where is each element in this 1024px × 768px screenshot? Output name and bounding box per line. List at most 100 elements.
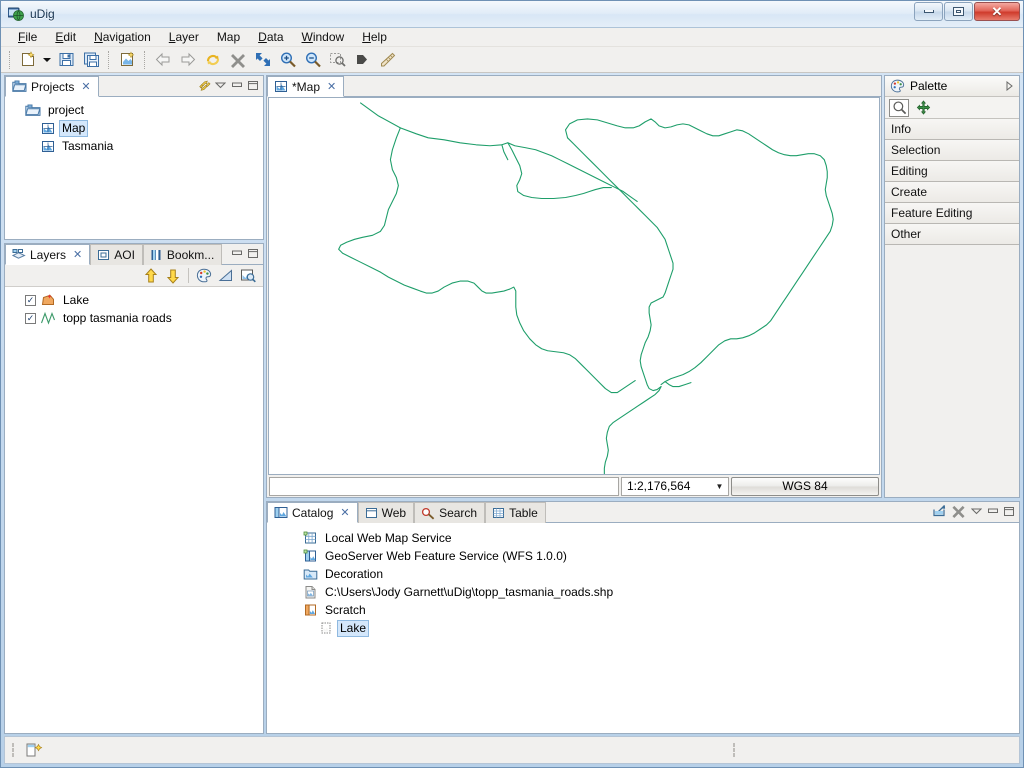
zoom-selection-button[interactable] (326, 49, 350, 71)
minimize-view-button[interactable] (986, 506, 999, 517)
measure-tool-button[interactable] (376, 49, 400, 71)
chevron-right-icon[interactable] (1005, 81, 1014, 91)
view-menu-button[interactable] (970, 506, 983, 517)
maximize-view-button[interactable] (246, 248, 259, 259)
map-canvas[interactable] (268, 97, 880, 476)
tree-item-project[interactable]: project (7, 101, 261, 119)
view-menu-button[interactable] (214, 80, 227, 91)
catalog-item-decoration[interactable]: Decoration (269, 565, 1017, 583)
tabbar-filler (344, 76, 881, 97)
save-all-button[interactable] (79, 49, 103, 71)
tree-item-tasmania[interactable]: Tasmania (7, 137, 261, 155)
tab-map-editor[interactable]: *Map ✕ (267, 76, 345, 97)
palette-view: Palette Info Selection Editing Create Fe… (884, 75, 1020, 499)
palette-drawer-info[interactable]: Info (885, 119, 1019, 140)
menu-navigation[interactable]: Navigation (85, 28, 160, 46)
menu-data[interactable]: Data (249, 28, 292, 46)
menu-edit[interactable]: Edit (46, 28, 85, 46)
tab-layers[interactable]: Layers ✕ (5, 244, 91, 265)
stop-button[interactable] (226, 49, 250, 71)
add-layer-button[interactable] (115, 49, 139, 71)
style-editor-button[interactable] (195, 267, 213, 285)
palette-icon (890, 79, 905, 93)
catalog-item-local-wms[interactable]: Local Web Map Service (269, 529, 1017, 547)
main-toolbar (1, 47, 1023, 73)
layers-view-tools (226, 244, 263, 265)
restore-window-button[interactable] (944, 2, 973, 21)
refresh-button[interactable] (201, 49, 225, 71)
minimize-icon (231, 250, 242, 255)
tab-table[interactable]: Table (485, 502, 546, 524)
close-icon[interactable]: ✕ (340, 506, 349, 519)
maximize-view-button[interactable] (1002, 506, 1015, 517)
zoom-to-layer-button[interactable] (239, 267, 257, 285)
tab-projects[interactable]: Projects ✕ (5, 76, 99, 97)
status-grip-left (11, 742, 17, 758)
tab-bookmarks[interactable]: Bookm... (142, 244, 223, 265)
move-layer-up-button[interactable] (142, 267, 160, 285)
palette-drawer-feature-editing[interactable]: Feature Editing (885, 203, 1019, 224)
minimize-window-button[interactable] (914, 2, 943, 21)
tab-catalog[interactable]: Catalog ✕ (267, 502, 358, 524)
close-icon[interactable]: ✕ (327, 80, 336, 93)
close-icon[interactable]: ✕ (81, 80, 90, 93)
catalog-tree[interactable]: Local Web Map Service GeoServer Web Feat… (267, 523, 1019, 733)
layers-toolbar (5, 265, 263, 287)
catalog-item-scratch[interactable]: Scratch (269, 601, 1017, 619)
layer-visibility-checkbox[interactable] (25, 294, 36, 306)
catalog-item-geoserver-wfs[interactable]: GeoServer Web Feature Service (WFS 1.0.0… (269, 547, 1017, 565)
move-layer-down-button[interactable] (164, 267, 182, 285)
status-grip-middle[interactable] (732, 742, 738, 758)
new-map-button[interactable] (16, 49, 40, 71)
forward-button[interactable] (176, 49, 200, 71)
pan-tool-button[interactable] (351, 49, 375, 71)
palette-drawer-selection[interactable]: Selection (885, 140, 1019, 161)
map-icon (41, 122, 55, 135)
left-column: Projects ✕ project Map Tasmania Layers ✕… (4, 75, 264, 734)
back-button[interactable] (151, 49, 175, 71)
tab-aoi[interactable]: AOI (90, 244, 143, 265)
layer-visibility-checkbox[interactable] (25, 312, 36, 324)
zoom-extent-button[interactable] (251, 49, 275, 71)
close-icon[interactable]: ✕ (73, 248, 82, 261)
close-window-button[interactable]: ✕ (974, 2, 1020, 21)
crs-button[interactable]: WGS 84 (731, 476, 879, 496)
pan-tool-button[interactable] (913, 99, 933, 117)
zoom-out-button[interactable] (301, 49, 325, 71)
palette-drawer-other[interactable]: Other (885, 224, 1019, 245)
zoom-in-button[interactable] (276, 49, 300, 71)
maximize-view-button[interactable] (246, 80, 259, 91)
map-status-bar: 1:2,176,564 ▼ WGS 84 (267, 475, 881, 498)
projects-view: Projects ✕ project Map Tasmania (4, 75, 264, 240)
tab-web[interactable]: Web (357, 502, 415, 524)
layers-list[interactable]: Lake topp tasmania roads (5, 287, 263, 733)
menu-help[interactable]: Help (353, 28, 396, 46)
tab-aoi-label: AOI (114, 248, 135, 262)
layer-row-topp-tasmania-roads[interactable]: topp tasmania roads (7, 309, 261, 327)
tab-projects-label: Projects (31, 79, 75, 94)
minimize-view-button[interactable] (230, 248, 243, 259)
palette-drawer-editing[interactable]: Editing (885, 161, 1019, 182)
chevron-down-icon[interactable]: ▼ (713, 482, 726, 491)
menu-file[interactable]: FFileile (9, 28, 46, 46)
projects-tree[interactable]: project Map Tasmania (5, 97, 263, 239)
transparency-button[interactable] (217, 267, 235, 285)
remove-button[interactable] (950, 504, 967, 519)
catalog-item-lake[interactable]: Lake (269, 619, 1017, 637)
minimize-view-button[interactable] (230, 80, 243, 91)
palette-drawer-create[interactable]: Create (885, 182, 1019, 203)
zoom-tool-button[interactable] (889, 98, 909, 117)
tree-item-map[interactable]: Map (7, 119, 261, 137)
catalog-item-shapefile[interactable]: C:\Users\Jody Garnett\uDig\topp_tasmania… (269, 583, 1017, 601)
menu-map[interactable]: Map (208, 28, 249, 46)
scale-combo[interactable]: 1:2,176,564 ▼ (621, 476, 729, 496)
layer-row-lake[interactable]: Lake (7, 291, 261, 309)
import-button[interactable] (930, 504, 947, 519)
link-with-editor-button[interactable] (198, 80, 211, 91)
menu-window[interactable]: Window (293, 28, 354, 46)
tab-search[interactable]: Search (414, 502, 486, 524)
save-button[interactable] (54, 49, 78, 71)
new-map-dropdown-button[interactable] (41, 49, 53, 71)
menu-layer[interactable]: Layer (160, 28, 208, 46)
catalog-item-label: GeoServer Web Feature Service (WFS 1.0.0… (325, 548, 567, 563)
